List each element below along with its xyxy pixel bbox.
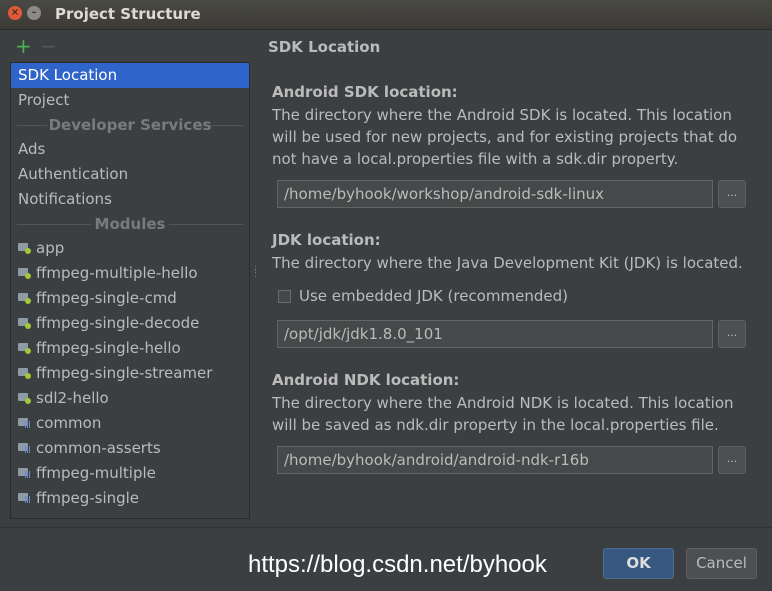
module-item[interactable]: common-asserts — [11, 436, 249, 461]
ndk-browse-button[interactable]: ... — [718, 446, 746, 474]
sdk-browse-button[interactable]: ... — [718, 180, 746, 208]
cancel-button[interactable]: Cancel — [686, 548, 757, 579]
close-window-button[interactable]: × — [8, 6, 22, 20]
sidebar-item-authentication[interactable]: Authentication — [11, 162, 249, 187]
ndk-path-field[interactable]: /home/byhook/android/android-ndk-r16b — [277, 446, 713, 474]
sidebar-item-ads[interactable]: Ads — [11, 137, 249, 162]
title-bar: × – Project Structure — [0, 0, 772, 30]
android-module-icon — [18, 392, 31, 404]
jdk-description: The directory where the Java Development… — [272, 254, 743, 272]
jdk-path-field[interactable]: /opt/jdk/jdk1.8.0_101 — [277, 320, 713, 348]
jdk-heading: JDK location: — [272, 231, 381, 249]
android-module-icon — [18, 292, 31, 304]
ok-button[interactable]: OK — [603, 548, 674, 579]
add-icon[interactable]: + — [15, 36, 32, 56]
library-module-icon — [18, 442, 31, 453]
android-module-icon — [18, 267, 31, 279]
android-module-icon — [18, 242, 31, 254]
sidebar-item-project[interactable]: Project — [11, 88, 249, 113]
remove-icon[interactable]: − — [40, 36, 57, 56]
library-module-icon — [18, 492, 31, 503]
splitter-handle[interactable]: ⋮ ⋮ — [251, 266, 260, 282]
library-module-icon — [18, 417, 31, 428]
embedded-jdk-checkbox[interactable] — [278, 290, 291, 303]
ndk-description: The directory where the Android NDK is l… — [272, 394, 734, 434]
footer-divider — [0, 527, 772, 528]
sidebar-item-notifications[interactable]: Notifications — [11, 187, 249, 212]
android-module-icon — [18, 317, 31, 329]
sdk-heading: Android SDK location: — [272, 83, 458, 101]
minimize-window-button[interactable]: – — [27, 6, 41, 20]
section-header-developer-services: Developer Services — [11, 114, 249, 136]
window-title: Project Structure — [55, 5, 201, 23]
module-item[interactable]: ffmpeg-multiple — [11, 461, 249, 486]
module-item[interactable]: ffmpeg-single-streamer — [11, 361, 249, 386]
module-item[interactable]: ffmpeg-single-decode — [11, 311, 249, 336]
module-item[interactable]: ffmpeg-multiple-hello — [11, 261, 249, 286]
ndk-heading: Android NDK location: — [272, 371, 460, 389]
sdk-description: The directory where the Android SDK is l… — [272, 106, 738, 168]
embedded-jdk-label[interactable]: Use embedded JDK (recommended) — [299, 287, 568, 305]
section-header-modules: Modules — [11, 213, 249, 235]
sidebar-item-sdk-location[interactable]: SDK Location — [11, 63, 249, 88]
library-module-icon — [18, 467, 31, 478]
watermark-text: https://blog.csdn.net/byhook — [248, 551, 547, 578]
sdk-path-field[interactable]: /home/byhook/workshop/android-sdk-linux — [277, 180, 713, 208]
android-module-icon — [18, 367, 31, 379]
panel-title: SDK Location — [268, 38, 381, 56]
module-item[interactable]: ffmpeg-single-cmd — [11, 286, 249, 311]
module-item[interactable]: sdl2-hello — [11, 386, 249, 411]
module-item[interactable]: common — [11, 411, 249, 436]
sidebar: SDK Location Project Developer Services … — [10, 62, 250, 519]
module-item[interactable]: ffmpeg-single-hello — [11, 336, 249, 361]
jdk-browse-button[interactable]: ... — [718, 320, 746, 348]
android-module-icon — [18, 342, 31, 354]
module-item[interactable]: app — [11, 236, 249, 261]
module-item[interactable]: ffmpeg-single — [11, 486, 249, 511]
